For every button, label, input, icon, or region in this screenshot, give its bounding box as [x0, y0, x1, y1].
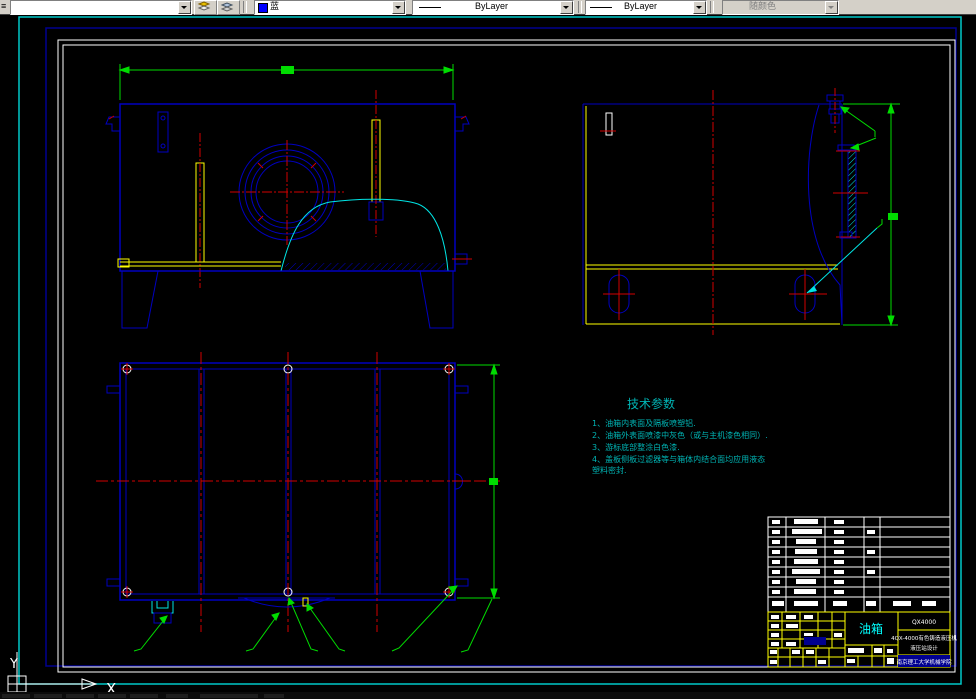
selected-cell-highlight [804, 637, 826, 645]
linetype-combobox-value: ByLayer [475, 1, 509, 11]
toolbar-separator [243, 1, 247, 13]
taskbar-button[interactable] [34, 694, 62, 698]
project-title-line2: 液压站设计 [910, 644, 938, 652]
lineweight-combobox[interactable]: ByLayer [585, 0, 707, 15]
horizontal-dimension [118, 64, 455, 100]
linetype-sample [419, 7, 441, 8]
technical-notes: 技术参数 1、油箱内表面及隔板喷塑铝. 2、油箱外表面喷漆中灰色（或与主机漆色相… [592, 396, 768, 475]
chevron-down-icon[interactable] [392, 1, 405, 14]
cad-application-window: { "toolbar": { "layer_combo_value": "", … [0, 0, 976, 699]
linetype-combobox[interactable]: ByLayer [412, 0, 574, 15]
notes-line: 2、油箱外表面喷漆中灰色（或与主机漆色相同）. [592, 430, 768, 440]
lineweight-sample [590, 7, 612, 8]
color-swatch-blue [258, 3, 268, 13]
project-title-line1: 4QX-4000有色铸造液压机 [891, 634, 957, 642]
notes-title: 技术参数 [627, 396, 675, 411]
leader-lines [839, 106, 883, 229]
taskbar-button[interactable] [98, 694, 126, 698]
model-space-canvas[interactable]: 技术参数 1、油箱内表面及隔板喷塑铝. 2、油箱外表面喷漆中灰色（或与主机漆色相… [0, 0, 976, 699]
sheet-frames [18, 16, 962, 685]
taskbar-button[interactable] [166, 694, 188, 698]
drawing-number: QX4000 [912, 619, 936, 626]
notes-line: 1、油箱内表面及隔板喷塑铝. [592, 418, 696, 428]
chevron-down-icon[interactable] [560, 1, 573, 14]
chevron-down-icon[interactable] [178, 1, 191, 14]
notes-line: 塑料密封. [592, 465, 627, 475]
plotstyle-combobox: 随颜色 [722, 0, 839, 15]
chevron-down-icon[interactable] [693, 1, 706, 14]
leader-lines [133, 585, 493, 653]
top-view-drawing[interactable] [96, 352, 500, 653]
toolbar-separator [578, 1, 582, 13]
layer-combobox[interactable] [10, 0, 192, 15]
notes-line: 4、盖板侧板过滤器等与箱体内结合面均应用液态 [592, 454, 765, 464]
toolbar-separator [710, 1, 714, 13]
side-view-drawing[interactable] [582, 88, 900, 335]
color-combobox-value: 蓝 [270, 1, 280, 11]
taskbar-button[interactable] [2, 694, 30, 698]
taskbar-button[interactable] [66, 694, 94, 698]
make-object-layer-current-button[interactable] [217, 0, 240, 15]
ucs-y-label: Y [9, 657, 18, 672]
chevron-down-icon [825, 1, 838, 14]
notes-line: 3、游标底部整涂白色漆. [592, 442, 680, 452]
bottom-status-strip [0, 692, 976, 699]
front-view-drawing[interactable] [105, 64, 472, 329]
parts-list-table [767, 516, 951, 613]
organization-name: 南京理工大学机械学院 [896, 658, 952, 666]
lineweight-combobox-value: ByLayer [624, 1, 658, 11]
pump-housing-outline [280, 198, 449, 272]
clipped-toolbar-icon: ≡ [1, 1, 7, 11]
object-properties-toolbar: ≡ 蓝 ByLayer ByLayer 随颜色 [0, 0, 976, 15]
layers-dialog-button[interactable] [194, 0, 217, 15]
taskbar-button[interactable] [264, 694, 284, 698]
title-block: 油箱 QX4000 4QX-4000有色铸造液压机 液压站设计 南京理工大学机械… [767, 611, 957, 668]
table-text-blobs [772, 519, 936, 606]
taskbar-button[interactable] [130, 694, 158, 698]
color-combobox[interactable]: 蓝 [254, 0, 406, 15]
part-name: 油箱 [859, 621, 883, 636]
plotstyle-combobox-value: 随颜色 [749, 1, 777, 11]
taskbar-button[interactable] [200, 694, 258, 698]
